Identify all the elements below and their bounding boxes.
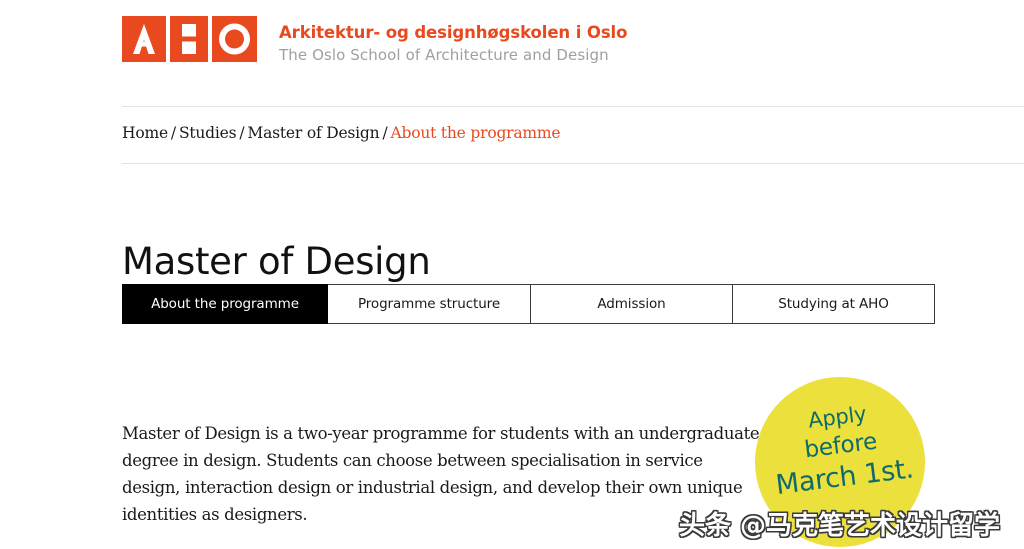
programme-tabs: About the programme Programme structure … xyxy=(122,284,935,324)
page-title: Master of Design xyxy=(122,239,431,283)
breadcrumb: Home / Studies / Master of Design / About the … xyxy=(122,124,561,142)
breadcrumb-item-studies[interactable]: Studies xyxy=(179,124,237,142)
aho-logo-mark-icon[interactable] xyxy=(122,16,257,62)
apply-deadline-badge-text: Apply before March 1st. xyxy=(755,393,925,505)
site-title-en: The Oslo School of Architecture and Desi… xyxy=(279,46,609,64)
page-root: Arkitektur- og designhøgskolen i Oslo Th… xyxy=(0,0,1024,549)
breadcrumb-separator: / xyxy=(170,124,176,142)
breadcrumb-item-about-the-programme[interactable]: About the programme xyxy=(390,124,560,142)
divider-above-breadcrumb xyxy=(122,106,1024,107)
breadcrumb-item-home[interactable]: Home xyxy=(122,124,168,142)
site-title-no: Arkitektur- og designhøgskolen i Oslo xyxy=(279,23,628,42)
breadcrumb-separator: / xyxy=(239,124,245,142)
divider-below-breadcrumb xyxy=(122,163,1024,164)
tab-studying-at-aho[interactable]: Studying at AHO xyxy=(733,284,935,324)
tab-admission[interactable]: Admission xyxy=(531,284,733,324)
tab-programme-structure[interactable]: Programme structure xyxy=(328,284,531,324)
tab-about-the-programme[interactable]: About the programme xyxy=(122,284,328,324)
breadcrumb-item-master-of-design[interactable]: Master of Design xyxy=(247,124,379,142)
breadcrumb-separator: / xyxy=(382,124,388,142)
watermark-overlay: 头条 @马克笔艺术设计留学 xyxy=(679,511,1001,541)
intro-paragraph: Master of Design is a two-year programme… xyxy=(122,423,760,524)
site-identity-text: Arkitektur- og designhøgskolen i Oslo Th… xyxy=(279,16,627,65)
site-header: Arkitektur- og designhøgskolen i Oslo Th… xyxy=(122,16,627,65)
